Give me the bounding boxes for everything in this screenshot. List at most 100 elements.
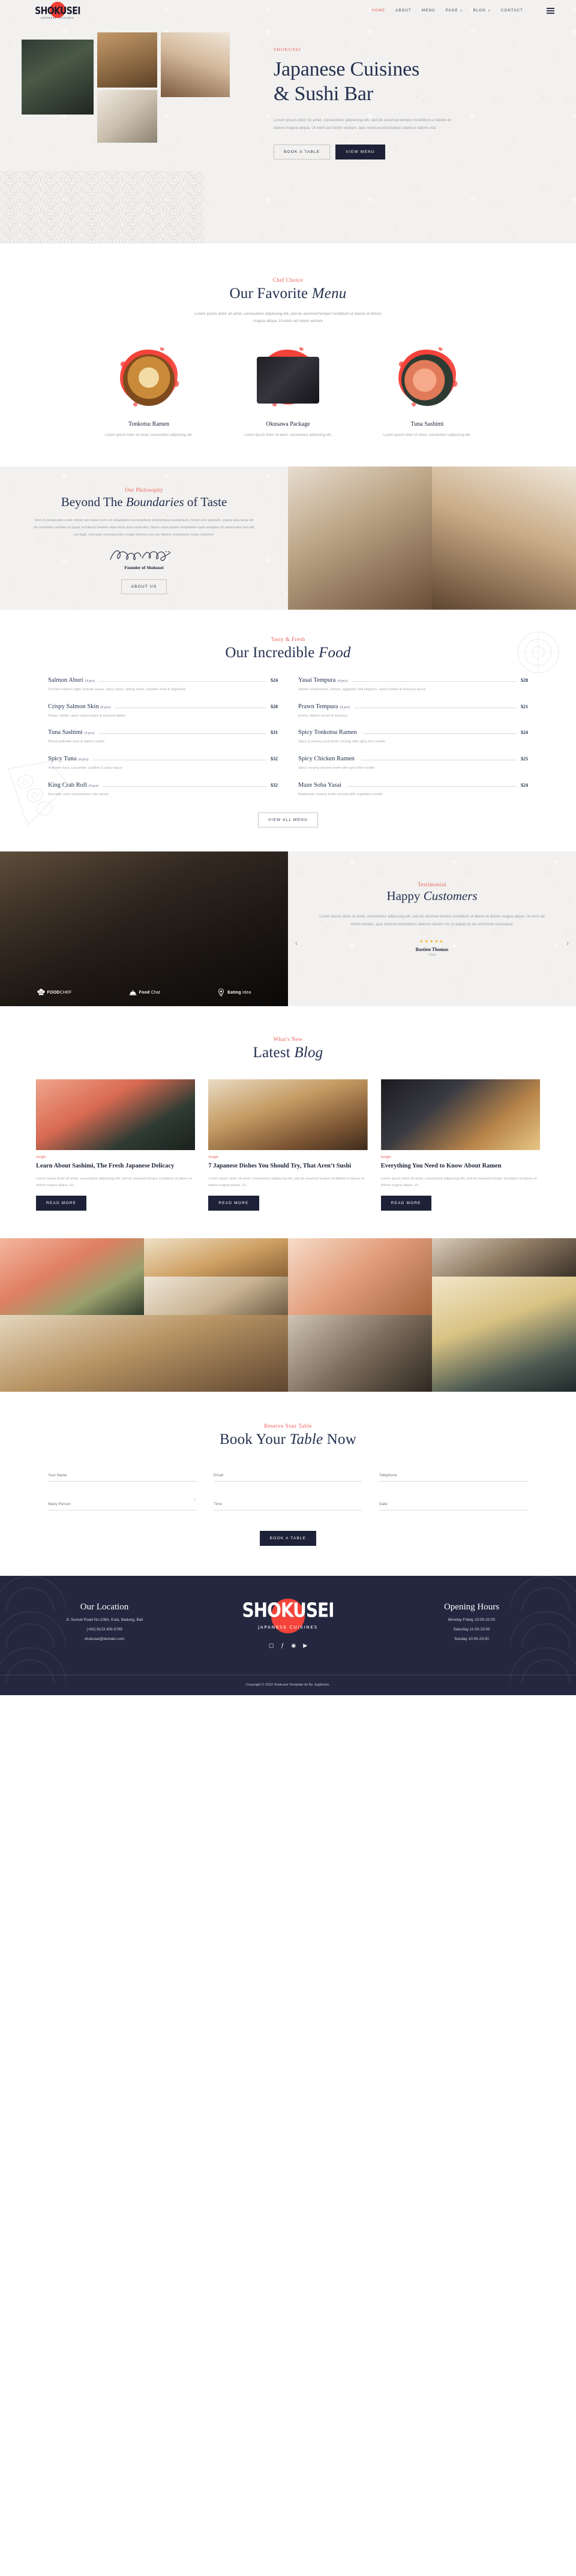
testimonial-author-name: Bastien Thomas [415,947,449,953]
book-a-table-button[interactable]: BOOK A TABLE [274,144,331,160]
favorite-photo-sashimi [401,354,453,407]
blog-actions: READ MORE [36,1196,195,1211]
footer-email[interactable]: shokusei@domain.com [35,1637,173,1641]
brand-eatingidea[interactable]: Eating Idea [217,988,251,997]
menu-item-price: $28 [271,703,278,709]
menu-item[interactable]: Yasai Tempura (4 pcs) $28 shitake mushro… [298,677,528,693]
blog-card[interactable]: Insight Learn About Sashimi, The Fresh J… [36,1079,196,1211]
food-eyebrow: Tasty & Fresh [271,636,305,642]
footer-logo[interactable]: SHOKUSEI JAPANESE CUISINES [240,1599,336,1634]
nav-label: HOME [371,8,386,13]
date-input[interactable] [379,1502,528,1511]
email-input[interactable] [214,1473,362,1482]
about-us-button[interactable]: ABOUT US [121,579,167,594]
philosophy-photo-rolls [432,467,576,610]
read-more-button[interactable]: READ MORE [36,1196,87,1211]
menu-item-leader [347,786,517,787]
menu-item-desc: Spicy & creamy pork broth serving with s… [298,740,385,744]
menu-item-name: Yasai Tempura [298,676,336,684]
footer-brand-column: SHOKUSEI JAPANESE CUISINES ▢ ƒ ◉ ▶ [219,1599,357,1648]
nav-item-home[interactable]: HOME [371,8,385,13]
site-logo[interactable]: SHOKUSEI JAPANESE CUISINES [33,2,82,20]
menu-item[interactable]: Maze Soba Yasai $24 Mushroom creamy brot… [298,782,528,798]
menu-item-leader [98,733,266,735]
hero-actions: BOOK A TABLE VIEW MENU [274,144,532,160]
menu-item[interactable]: Spicy Tuna (6 pcs) $32 Yellowfin tuna, c… [48,756,278,772]
page-title: Japanese Cuisines & Sushi Bar [274,57,532,107]
time-input[interactable] [214,1502,362,1511]
menu-item[interactable]: Spicy Chicken Ramen $25 Spicy creamy chi… [298,756,528,772]
gallery-photo-chef-portrait[interactable] [432,1238,576,1277]
philosophy-role: Founder of Shokusei [124,564,164,570]
facebook-icon[interactable]: ƒ [281,1643,284,1648]
favorite-card[interactable]: Okusawa Package Lorem ipsum dolor sit am… [231,344,345,440]
carousel-next-icon[interactable]: › [566,939,569,947]
nav-item-about[interactable]: ABOUT [395,8,412,13]
carousel-prev-icon[interactable]: ‹ [295,939,298,947]
blog-post-title: 7 Japanese Dishes You Should Try, That A… [208,1163,352,1170]
favorite-card[interactable]: Tuna Sashimi Lorem ipsum dolor sit amet,… [370,344,484,440]
field-date [379,1497,528,1511]
gallery-photo-sushi-counter[interactable] [0,1315,288,1392]
view-all-menu-button[interactable]: VIEW ALL MENU [258,812,318,828]
brand-foodchat[interactable]: Food Chat [129,989,161,997]
chevron-down-icon: ∨ [460,8,463,13]
nav-item-contact[interactable]: CONTACT [501,8,523,13]
many-person-select[interactable] [48,1502,197,1511]
read-more-button[interactable]: READ MORE [208,1196,259,1211]
blog-photo-sashimi [36,1079,196,1151]
nav-item-blog[interactable]: BLOG ∨ [473,8,490,13]
gallery-photo-nigiri[interactable] [288,1238,432,1316]
youtube-icon[interactable]: ▶ [303,1643,307,1648]
nav-item-menu[interactable]: MENU [422,8,436,13]
footer-hours-sunday: Sunday 10:30-23:00 [454,1637,489,1642]
footer-hours-weekday: Monday-Friday 10:00-22:00 [448,1618,496,1623]
menu-item-pcs: (4 pcs) [340,705,350,709]
blog-excerpt: Lorem ipsum dolor sit amet, consectetur … [36,1176,193,1187]
bulb-heart-icon [218,988,224,997]
brand-foodchef[interactable]: FOODCHEF [37,988,72,997]
hamburger-menu-icon[interactable] [547,8,554,14]
gallery-photo-noodles[interactable] [432,1277,576,1392]
gallery-photo-tempura[interactable] [144,1238,288,1277]
gallery-photo-sashimi-platter[interactable] [0,1238,144,1316]
hero-title-line-2: & Sushi Bar [274,83,373,106]
photo-gallery-section [0,1238,576,1392]
testimonial-title-a: Happy [386,889,424,904]
blog-card[interactable]: Insight 7 Japanese Dishes You Should Try… [208,1079,368,1211]
menu-item[interactable]: Salmon Aburi (4 pcs) $24 Torched salmon … [48,677,278,693]
menu-item[interactable]: Crispy Salmon Skin (6 pcs) $28 Prawn, to… [48,703,278,720]
instagram-icon[interactable]: ▢ [269,1643,274,1648]
read-more-button[interactable]: READ MORE [380,1196,431,1211]
your-name-input[interactable] [48,1473,197,1482]
footer-phone[interactable]: (+62) 8123 456 6789 [35,1627,173,1632]
blog-card[interactable]: Insight Everything You Need to Know Abou… [380,1079,540,1211]
book-a-table-submit-button[interactable]: BOOK A TABLE [259,1531,317,1546]
telephone-input[interactable] [379,1473,528,1482]
hero-title-line-1: Japanese Cuisines [274,58,420,80]
blog-post-title: Everything You Need to Know About Ramen [380,1163,502,1170]
gallery-photo-chef-working[interactable] [288,1315,432,1392]
favorite-image-wrap [370,344,484,415]
menu-item[interactable]: Prawn Tempura (4 pcs) $21 prawn, daikon … [298,703,528,720]
tripadvisor-icon[interactable]: ◉ [291,1643,296,1648]
menu-item[interactable]: King Crab Roll (4 pcs) $32 Avocado, yuzu… [48,782,278,798]
menu-item-row: Prawn Tempura (4 pcs) $21 [298,703,528,710]
hero-photo-ramen [97,32,157,88]
blog-category: Insight [380,1155,391,1160]
menu-item-pcs: (4 pcs) [337,679,347,683]
gallery-photo-plated-dish[interactable] [144,1277,288,1316]
booking-section: Reserve Your Table Book Your Table Now ▾… [0,1392,576,1576]
footer-hours-heading: Opening Hours [443,1602,500,1612]
menu-item-desc: shitake mushrooms, onions, eggplant, bel… [298,687,427,691]
favorite-card[interactable]: Tonkotsu Ramen Lorem ipsum dolor sit ame… [92,344,206,440]
brand-label: Food Chat [139,990,161,995]
menu-item[interactable]: Tuna Sashimi (4 pcs) $31 Sliced yellowfi… [48,729,278,745]
menu-item-name: Crispy Salmon Skin [48,703,99,710]
nav-item-page[interactable]: PAGE ∨ [446,8,463,13]
menu-item-desc: Spicy creamy chicken broth with spicy th… [298,766,375,770]
menu-item[interactable]: Spicy Tonkotsu Ramen $24 Spicy & creamy … [298,729,528,745]
menu-item-name: King Crab Roll [48,781,87,789]
view-menu-button[interactable]: VIEW MENU [335,144,385,160]
hero-photo-bento [22,40,94,115]
